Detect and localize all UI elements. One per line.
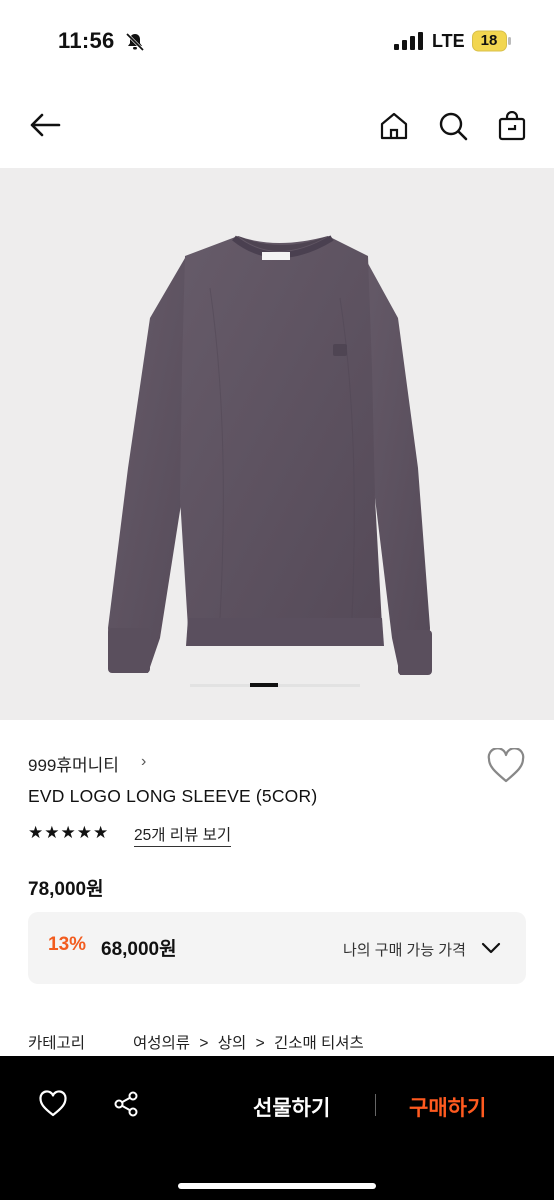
my-price-label: 나의 구매 가능 가격 [343, 942, 466, 959]
divider [375, 1094, 376, 1116]
breadcrumb-separator: > [199, 1035, 209, 1052]
discount-percent: 13% [48, 934, 87, 955]
review-link[interactable]: 25개 리뷰 보기 [134, 823, 232, 847]
signal-icon [394, 32, 423, 50]
network-type: LTE [432, 31, 465, 51]
search-icon [439, 112, 468, 141]
home-button[interactable] [374, 106, 414, 146]
bell-slash-icon [125, 32, 145, 52]
heart-outline-icon [487, 747, 525, 783]
brand-link[interactable]: 999휴머니티 [28, 751, 119, 776]
product-image-carousel[interactable] [0, 168, 554, 720]
cart-button[interactable] [492, 106, 532, 146]
share-button[interactable] [108, 1086, 144, 1122]
bottom-action-bar [0, 1056, 554, 1200]
breadcrumb-separator: > [255, 1035, 265, 1052]
back-arrow-icon [30, 113, 61, 137]
product-title: EVD LOGO LONG SLEEVE (5COR) [28, 786, 318, 806]
rating-stars: ★★★★★ [28, 823, 110, 842]
battery-level: 18 [480, 32, 498, 49]
category-breadcrumb: 여성의류 > 상의 > 긴소매 티셔츠 [133, 1031, 364, 1053]
status-time: 11:56 [58, 28, 115, 53]
heart-icon [39, 1090, 67, 1117]
like-button[interactable] [35, 1086, 71, 1122]
category-level-1[interactable]: 여성의류 [133, 1035, 190, 1052]
home-icon [380, 112, 408, 140]
product-image [108, 235, 432, 675]
shopping-bag-icon [498, 111, 526, 141]
chevron-right-icon: › [141, 753, 147, 770]
discount-price: 68,000원 [101, 939, 177, 960]
wishlist-button[interactable] [486, 747, 526, 784]
category-level-3[interactable]: 긴소매 티셔츠 [274, 1035, 364, 1052]
original-price: 78,000원 [28, 879, 104, 900]
share-icon [114, 1091, 138, 1117]
home-indicator [178, 1183, 376, 1189]
buy-button[interactable]: 구매하기 [409, 1092, 486, 1122]
gift-button[interactable]: 선물하기 [253, 1092, 330, 1122]
category-level-2[interactable]: 상의 [218, 1035, 247, 1052]
back-button[interactable] [25, 105, 65, 145]
category-label: 카테고리 [28, 1035, 86, 1052]
search-button[interactable] [433, 106, 473, 146]
carousel-indicator-active [250, 683, 278, 687]
chevron-down-icon[interactable] [480, 938, 502, 958]
